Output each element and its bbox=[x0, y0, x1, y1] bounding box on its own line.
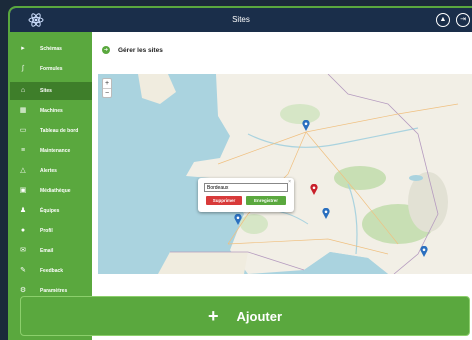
sites-map[interactable]: + − × Supprim bbox=[98, 74, 472, 274]
sidebar-item-sites[interactable]: ⌂ Sites bbox=[10, 82, 92, 100]
close-icon[interactable]: × bbox=[288, 179, 291, 185]
user-icon: ● bbox=[20, 227, 26, 234]
logout-icon[interactable]: ⇥ bbox=[456, 13, 470, 27]
sidebar-item-alertes[interactable]: △ Alertes bbox=[10, 162, 92, 180]
location-icon: ⌂ bbox=[20, 87, 26, 94]
delete-button[interactable]: Supprimer bbox=[206, 196, 242, 205]
add-label: Ajouter bbox=[236, 308, 283, 324]
formula-icon: ∫ bbox=[22, 65, 24, 72]
sidebar-item-mediatheque[interactable]: ▣ Médiathèque bbox=[10, 182, 92, 200]
app-window: Sites ▲ ⇥ ▸ Schémas ∫ Formules ⌂ Sites ▦… bbox=[8, 6, 472, 340]
site-edit-popup: × Supprimer Enregistrer bbox=[198, 178, 294, 212]
machine-icon: ▦ bbox=[19, 107, 27, 114]
zoom-out-button[interactable]: − bbox=[103, 88, 111, 97]
map-marker-selected[interactable] bbox=[310, 184, 318, 195]
email-icon: ✉ bbox=[20, 247, 26, 254]
map-marker-paris[interactable] bbox=[302, 120, 310, 131]
upload-icon[interactable]: ▲ bbox=[436, 13, 450, 27]
map-marker-bordeaux[interactable] bbox=[234, 214, 242, 225]
zoom-control: + − bbox=[102, 78, 112, 98]
sidebar-item-equipes[interactable]: ♟ Équipes bbox=[10, 202, 92, 220]
sidebar-item-machines[interactable]: ▦ Machines bbox=[10, 102, 92, 120]
top-bar: Sites ▲ ⇥ bbox=[10, 8, 472, 32]
sidebar-item-schemas[interactable]: ▸ Schémas bbox=[10, 40, 92, 58]
page-heading: ➜ Gérer les sites bbox=[102, 46, 163, 54]
sidebar-item-maintenance[interactable]: ≡ Maintenance bbox=[10, 142, 92, 160]
zoom-in-button[interactable]: + bbox=[103, 79, 111, 88]
media-icon: ▣ bbox=[19, 187, 27, 194]
page-title: Gérer les sites bbox=[118, 46, 163, 54]
flow-icon: ▸ bbox=[21, 45, 25, 52]
sidebar-item-email[interactable]: ✉ Email bbox=[10, 242, 92, 260]
main-content: ➜ Gérer les sites + − × Bordeaux Supprim… bbox=[92, 32, 472, 340]
sidebar-item-profil[interactable]: ● Profil bbox=[10, 222, 92, 240]
alert-icon: △ bbox=[20, 167, 26, 174]
map-marker-nice[interactable] bbox=[420, 246, 428, 257]
page-title-header: Sites bbox=[232, 15, 250, 24]
add-site-button[interactable]: + Ajouter bbox=[20, 296, 470, 336]
maintenance-icon: ≡ bbox=[20, 147, 26, 154]
feedback-icon: ✎ bbox=[20, 267, 26, 274]
map-tiles bbox=[98, 74, 472, 274]
plus-icon: + bbox=[207, 305, 219, 326]
sidebar: ▸ Schémas ∫ Formules ⌂ Sites ▦ Machines … bbox=[10, 32, 92, 340]
arrow-right-icon: ➜ bbox=[102, 46, 110, 54]
team-icon: ♟ bbox=[19, 207, 27, 214]
save-button[interactable]: Enregistrer bbox=[246, 196, 286, 205]
map-marker-clermont[interactable] bbox=[322, 208, 330, 219]
sidebar-item-formules[interactable]: ∫ Formules bbox=[10, 60, 92, 78]
gear-icon: ⚙ bbox=[19, 287, 27, 294]
sidebar-item-tableau-de-bord[interactable]: ▭ Tableau de bord bbox=[10, 122, 92, 140]
sidebar-item-feedback[interactable]: ✎ Feedback bbox=[10, 262, 92, 280]
site-name-input[interactable] bbox=[204, 183, 288, 192]
dashboard-icon: ▭ bbox=[19, 127, 27, 134]
